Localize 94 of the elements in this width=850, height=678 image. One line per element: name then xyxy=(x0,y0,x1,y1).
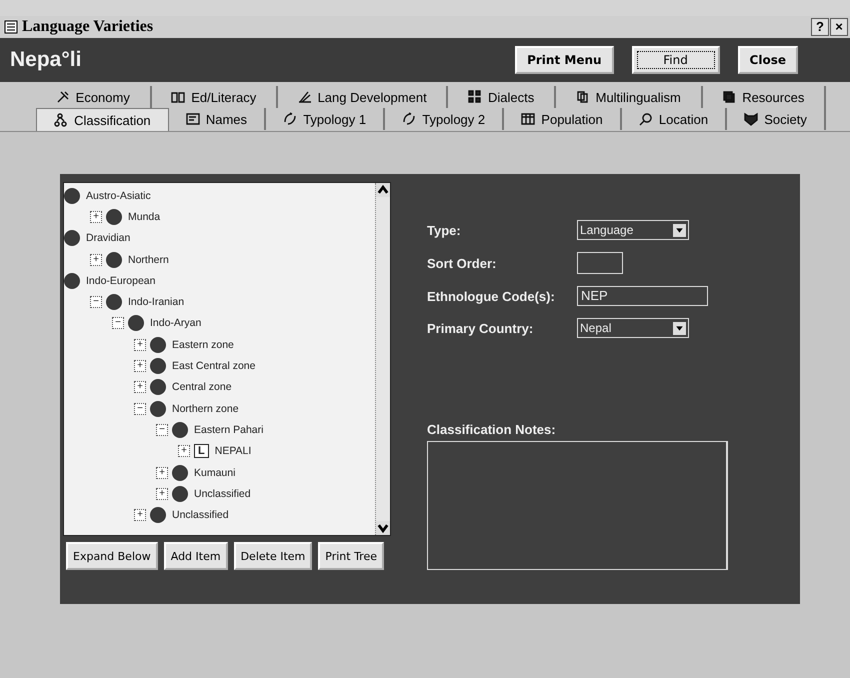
family-node-icon xyxy=(150,336,166,353)
tab[interactable]: Multilingualism xyxy=(556,86,703,108)
field-label: Primary Country: xyxy=(427,320,534,336)
family-node-icon xyxy=(64,272,80,289)
table-icon xyxy=(521,112,536,126)
tree-item[interactable]: Austro-Asiatic xyxy=(84,190,151,202)
expander-toggle[interactable]: + xyxy=(90,210,102,223)
family-node-icon xyxy=(150,358,166,374)
expander-toggle[interactable]: + xyxy=(134,509,146,522)
tools-icon xyxy=(56,90,70,104)
ruler-icon xyxy=(298,90,312,104)
family-node-icon xyxy=(172,464,188,480)
tree-item[interactable]: Munda xyxy=(126,210,160,223)
tree-button[interactable]: Print Tree xyxy=(318,542,384,570)
header-button[interactable]: Find xyxy=(632,46,720,74)
tree-item[interactable]: Indo-Iranian xyxy=(126,296,184,308)
arrows-icon xyxy=(283,112,298,126)
tree-item[interactable]: Northern xyxy=(126,254,169,266)
tree-button[interactable]: Delete Item xyxy=(234,542,312,570)
tree-item[interactable]: Unclassified xyxy=(170,509,229,522)
dropdown-field[interactable]: Nepal xyxy=(577,318,689,338)
field-label: Ethnologue Code(s): xyxy=(427,288,555,304)
close-button[interactable]: × xyxy=(830,18,848,36)
expander-toggle[interactable]: + xyxy=(156,488,168,500)
family-node-icon xyxy=(64,188,80,204)
tree-button[interactable]: Expand Below xyxy=(66,542,158,570)
family-node-icon xyxy=(172,422,188,438)
tree-item[interactable]: Dravidian xyxy=(84,232,130,244)
tab[interactable]: Population xyxy=(504,108,622,130)
notes-label: Classification Notes: xyxy=(427,422,557,437)
tab[interactable]: Location xyxy=(622,108,728,130)
family-node-icon xyxy=(150,507,166,524)
family-node-icon xyxy=(150,379,166,396)
header-button[interactable]: Close xyxy=(738,46,798,74)
tab[interactable]: Names xyxy=(168,108,266,130)
field-label: Type: xyxy=(427,222,461,238)
family-node-icon xyxy=(106,294,122,310)
expander-toggle[interactable]: − xyxy=(90,296,102,308)
tab[interactable]: Dialects xyxy=(448,86,556,108)
window-icon xyxy=(4,20,18,34)
expander-toggle[interactable]: − xyxy=(112,317,124,330)
tab[interactable]: Resources xyxy=(702,86,826,108)
tab[interactable]: Classification xyxy=(36,108,169,131)
arrows-icon xyxy=(402,112,416,126)
family-node-icon xyxy=(150,400,166,417)
tree-item[interactable]: Eastern zone xyxy=(170,338,234,351)
tab[interactable]: Lang Development xyxy=(278,86,448,108)
family-node-icon xyxy=(64,230,80,246)
dropdown-field[interactable]: Language xyxy=(577,220,689,240)
tab[interactable]: Society xyxy=(727,108,826,130)
tree-item[interactable]: Northern zone xyxy=(170,402,239,415)
scrollbar[interactable] xyxy=(375,183,390,535)
document-icon xyxy=(576,90,590,104)
expander-toggle[interactable]: + xyxy=(134,338,146,351)
family-node-icon xyxy=(172,486,188,502)
family-node-icon xyxy=(106,252,122,268)
scroll-down-icon[interactable] xyxy=(376,521,390,535)
family-node-icon xyxy=(128,315,144,332)
card-icon xyxy=(186,112,200,126)
tree-item[interactable]: NEPALI xyxy=(212,445,252,458)
expander-toggle[interactable]: − xyxy=(156,424,168,436)
tree-item[interactable]: Indo-Aryan xyxy=(148,317,202,330)
input-field[interactable] xyxy=(577,252,623,274)
expander-toggle[interactable]: − xyxy=(134,402,146,415)
family-node-icon xyxy=(106,208,122,225)
tree-button[interactable]: Add Item xyxy=(164,542,228,570)
expander-toggle[interactable]: + xyxy=(134,381,146,394)
help-button[interactable]: ? xyxy=(811,18,829,36)
book-icon xyxy=(171,90,186,104)
search-icon xyxy=(638,112,653,126)
tree-item[interactable]: Eastern Pahari xyxy=(192,424,264,436)
window-title: Language Varieties xyxy=(22,18,154,36)
mask-icon xyxy=(744,112,758,126)
field-label: Sort Order: xyxy=(427,256,496,270)
expander-toggle[interactable]: + xyxy=(90,254,102,266)
language-badge: L xyxy=(194,444,209,458)
notes-field[interactable] xyxy=(427,441,728,570)
tree-item[interactable]: Central zone xyxy=(170,381,232,394)
hierarchy-icon xyxy=(54,113,68,127)
header-button[interactable]: Print Menu xyxy=(515,46,614,74)
input-field[interactable]: NEP xyxy=(577,286,708,306)
expander-toggle[interactable]: + xyxy=(156,466,168,478)
tree-item[interactable]: Kumauni xyxy=(192,466,236,478)
expander-toggle[interactable]: + xyxy=(134,360,146,372)
expander-toggle[interactable]: + xyxy=(178,445,190,458)
tab[interactable]: Typology 1 xyxy=(266,108,386,130)
grid-icon xyxy=(468,90,482,104)
tab[interactable]: Typology 2 xyxy=(385,108,504,130)
language-name: Nepa°li xyxy=(10,48,82,72)
tree-item[interactable]: Indo-European xyxy=(84,274,156,287)
stack-icon xyxy=(722,90,736,104)
scroll-up-icon[interactable] xyxy=(376,183,390,197)
tree-item[interactable]: Unclassified xyxy=(192,488,251,500)
tree-item[interactable]: East Central zone xyxy=(170,360,256,372)
